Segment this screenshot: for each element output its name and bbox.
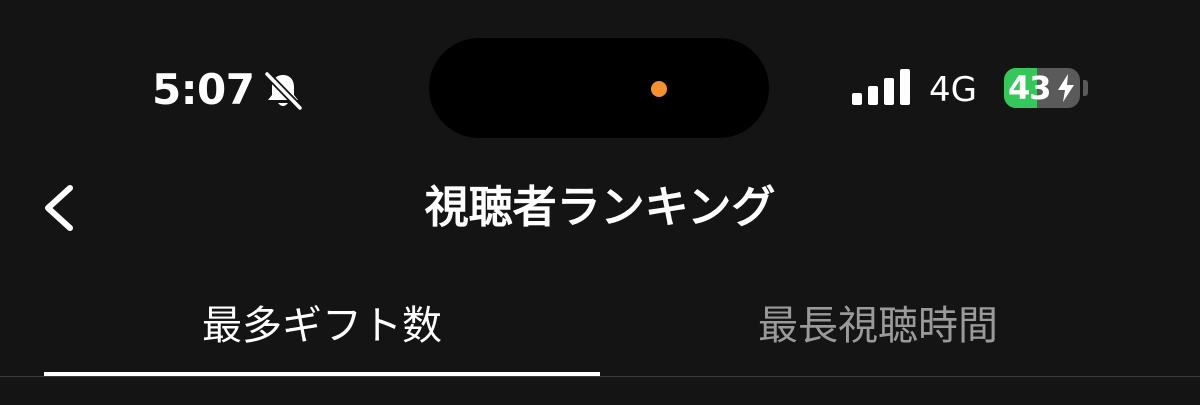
page-title: 視聴者ランキング: [424, 182, 776, 233]
screen: 5:07 4G 43 視聴者ランキング 最多ギフト数 最長視聴時間: [0, 0, 1200, 405]
status-time: 5:07: [152, 65, 255, 114]
network-type: 4G: [929, 70, 977, 110]
battery-level: 43: [1008, 69, 1052, 107]
camera-indicator-dot: [651, 81, 667, 97]
battery-icon: 43: [1004, 68, 1080, 108]
dynamic-island: [429, 38, 769, 138]
tab-longest-watch-time[interactable]: 最長視聴時間: [600, 296, 1156, 374]
bell-slash-icon: [264, 71, 303, 111]
battery-cap: [1083, 80, 1088, 96]
charging-bolt-icon: [1058, 74, 1074, 102]
tab-divider: [0, 376, 1200, 377]
tab-most-gifts[interactable]: 最多ギフト数: [44, 296, 600, 374]
cellular-signal-icon: [852, 69, 910, 105]
